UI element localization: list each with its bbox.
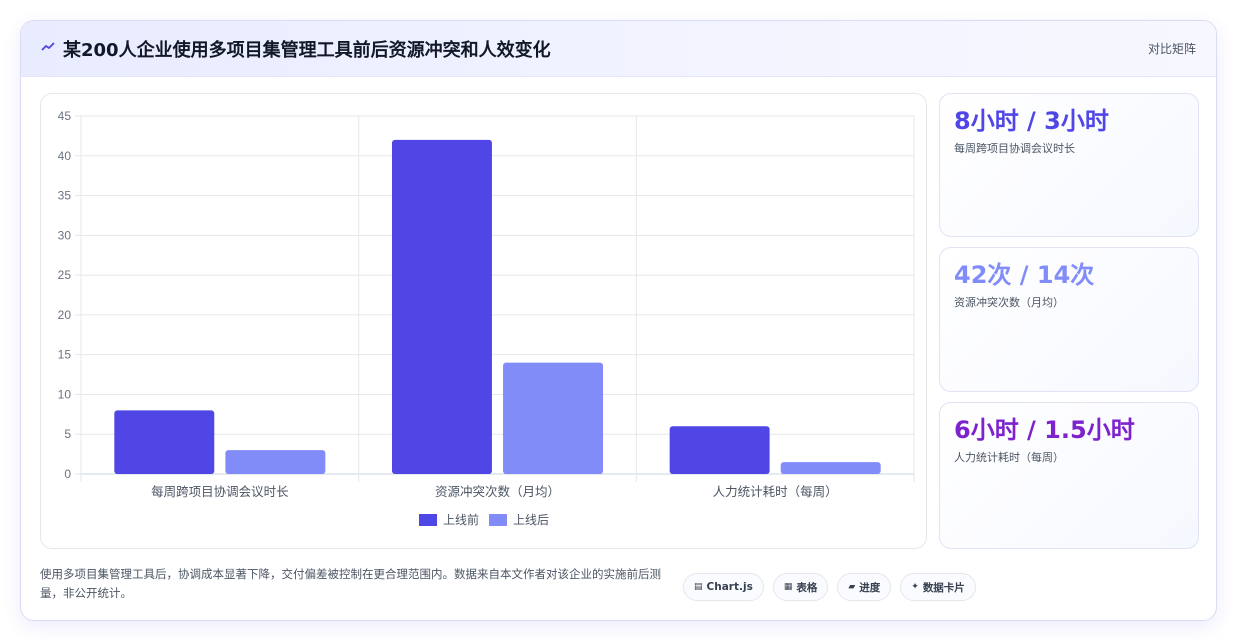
chip-label: Chart.js xyxy=(706,581,753,593)
stat-card-stats-time: 6小时 / 1.5小时 人力统计耗时（每周） xyxy=(939,402,1199,549)
legend-label: 上线后 xyxy=(513,513,549,527)
y-tick-label: 5 xyxy=(64,427,71,441)
progress-icon: ▰ xyxy=(848,582,856,592)
legend-swatch xyxy=(419,514,437,526)
bar-after xyxy=(780,462,881,474)
bar-chart-svg: 0 5 10 15 20 25 30 35 40 45 每周跨项目协调会议时长 资源冲突次数（月均） 人… xyxy=(58,109,915,527)
stat-label: 每周跨项目协调会议时长 xyxy=(954,142,1075,155)
stat-value: 42次 / 14次 xyxy=(954,261,1095,289)
chip-table[interactable]: ▦ 表格 xyxy=(772,573,829,601)
x-tick-label: 资源冲突次数（月均） xyxy=(435,484,560,499)
stat-value: 8小时 / 3小时 xyxy=(954,107,1109,135)
y-tick-label: 45 xyxy=(58,109,72,123)
y-tick-label: 10 xyxy=(58,387,72,401)
chip-data-card[interactable]: ✦ 数据卡片 xyxy=(900,573,976,601)
y-tick-label: 20 xyxy=(58,308,72,322)
y-tick-label: 35 xyxy=(58,189,72,203)
legend-label: 上线前 xyxy=(443,512,479,527)
bar-before xyxy=(669,426,770,474)
bar-chart: 0 5 10 15 20 25 30 35 40 45 每周跨项目协调会议时长 资源冲突次数（月均） 人… xyxy=(40,93,927,549)
sparkle-icon: ✦ xyxy=(911,582,919,592)
chart-line-icon xyxy=(41,41,55,57)
chip-row: ▤ Chart.js ▦ 表格 ▰ 进度 ✦ 数据卡片 xyxy=(683,573,976,601)
stat-value: 6小时 / 1.5小时 xyxy=(954,416,1135,444)
stat-label: 资源冲突次数（月均） xyxy=(954,296,1064,309)
y-tick-label: 40 xyxy=(58,149,72,163)
card-header: 某200人企业使用多项目集管理工具前后资源冲突和人效变化 对比矩阵 xyxy=(21,21,1216,77)
chip-progress[interactable]: ▰ 进度 xyxy=(837,573,892,601)
bar-after xyxy=(225,450,326,474)
chip-label: 进度 xyxy=(859,581,881,594)
main-card: 某200人企业使用多项目集管理工具前后资源冲突和人效变化 对比矩阵 0 5 10 15… xyxy=(20,20,1217,621)
stat-label: 人力统计耗时（每周） xyxy=(954,451,1064,464)
legend-swatch xyxy=(489,514,507,526)
page-title: 某200人企业使用多项目集管理工具前后资源冲突和人效变化 xyxy=(63,39,551,61)
bar-after xyxy=(503,362,604,474)
footnote: 使用多项目集管理工具后，协调成本显著下降，交付偏差被控制在更合理范围内。数据来自… xyxy=(40,567,661,600)
y-tick-label: 15 xyxy=(58,348,72,362)
stat-card-conflict: 42次 / 14次 资源冲突次数（月均） xyxy=(939,247,1199,392)
y-tick-label: 25 xyxy=(58,268,72,282)
bar-before xyxy=(114,410,215,474)
chip-label: 数据卡片 xyxy=(922,581,965,594)
header-tag[interactable]: 对比矩阵 xyxy=(1148,40,1196,57)
table-icon: ▦ xyxy=(783,582,793,592)
x-tick-label: 每周跨项目协调会议时长 xyxy=(151,484,289,499)
bar-before xyxy=(391,139,492,474)
chart-icon: ▤ xyxy=(694,582,703,592)
stat-card-meeting: 8小时 / 3小时 每周跨项目协调会议时长 xyxy=(939,93,1199,237)
y-tick-label: 30 xyxy=(58,228,72,242)
x-tick-label: 人力统计耗时（每周） xyxy=(713,484,838,499)
y-tick-label: 0 xyxy=(64,467,71,481)
chip-chartjs[interactable]: ▤ Chart.js xyxy=(683,573,764,601)
chip-label: 表格 xyxy=(796,581,818,594)
